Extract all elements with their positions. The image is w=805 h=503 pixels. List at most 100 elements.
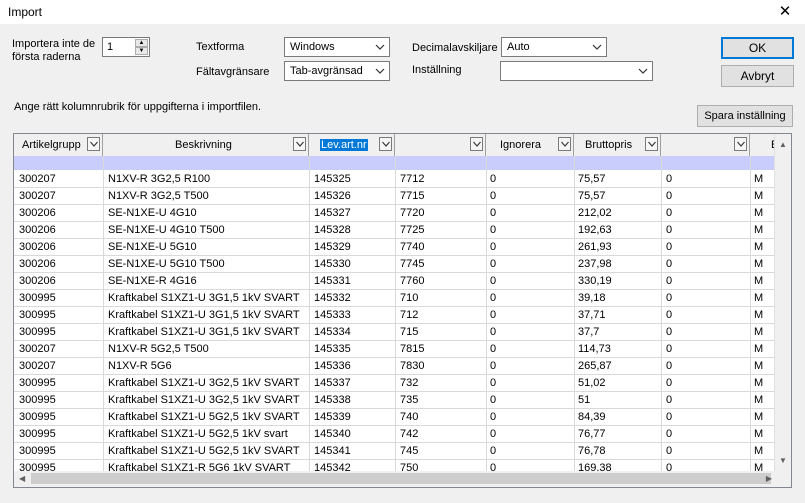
stepper-up-icon[interactable]: ▲ — [135, 39, 148, 47]
column-header-label: Artikelgrupp — [22, 139, 81, 151]
table-cell: 300995 — [19, 445, 56, 457]
column-dropdown-icon[interactable] — [734, 137, 747, 151]
text-format-select[interactable]: Windows — [284, 37, 390, 57]
table-cell: 732 — [400, 377, 419, 389]
table-cell: 145328 — [314, 224, 351, 236]
table-cell: 0 — [666, 275, 673, 287]
table-cell: 51,02 — [578, 377, 606, 389]
column-dropdown-icon[interactable] — [470, 137, 483, 151]
table-cell: 145325 — [314, 173, 351, 185]
table-cell: M — [754, 292, 764, 304]
table-cell: 7760 — [400, 275, 425, 287]
scrollbar-corner — [775, 471, 791, 487]
table-cell: SE-N1XE-R 4G16 — [108, 275, 197, 287]
table-row: 300207 N1XV-R 5G2,5 T500 145335 7815 0 114,73… — [14, 341, 777, 358]
scroll-right-icon[interactable]: ▶ — [766, 474, 772, 483]
table-cell: 740 — [400, 411, 419, 423]
decimal-separator-select[interactable]: Auto — [501, 37, 607, 57]
column-dropdown-icon[interactable] — [87, 137, 100, 151]
scroll-left-icon[interactable]: ◀ — [19, 474, 25, 483]
column-header-artikelgrupp[interactable]: Artikelgrupp — [14, 134, 103, 156]
column-header-empty-7[interactable] — [661, 134, 750, 156]
table-cell: 0 — [490, 411, 497, 423]
skip-rows-value[interactable]: 1 — [107, 41, 113, 53]
table-cell: 300995 — [19, 309, 56, 321]
table-cell: M — [754, 360, 764, 372]
table-cell: 300995 — [19, 411, 56, 423]
table-cell: SE-N1XE-U 4G10 — [108, 207, 197, 219]
column-header-ignorera[interactable]: Ignorera — [486, 134, 574, 156]
column-header-bruttopris[interactable]: Bruttopris — [574, 134, 661, 156]
table-cell: 76,77 — [578, 428, 606, 440]
scroll-down-icon[interactable]: ▼ — [779, 456, 787, 465]
table-row: 300995 Kraftkabel S1XZ1-U 3G1,5 1kV SVART… — [14, 307, 777, 324]
ok-button[interactable]: OK — [721, 37, 794, 59]
table-cell: 265,87 — [578, 360, 612, 372]
save-setting-button[interactable]: Spara inställning — [697, 105, 793, 127]
table-cell: 114,73 — [578, 343, 611, 355]
instructions-text: Ange rätt kolumnrubrik för uppgifterna i… — [14, 101, 262, 113]
table-cell: 37,7 — [578, 326, 600, 338]
horizontal-scrollbar[interactable]: ◀ ▶ — [14, 471, 777, 487]
table-cell: N1XV-R 3G2,5 R100 — [108, 173, 211, 185]
table-cell: SE-N1XE-U 5G10 T500 — [108, 258, 225, 270]
table-cell: 76,78 — [578, 445, 606, 457]
table-cell: 0 — [666, 377, 673, 389]
table-cell: 330,19 — [578, 275, 612, 287]
vertical-scrollbar[interactable]: ▲ ▼ — [774, 134, 791, 471]
cancel-button[interactable]: Avbryt — [721, 65, 794, 87]
table-cell: 7720 — [400, 207, 425, 219]
table-cell: 145334 — [314, 326, 351, 338]
table-cell: M — [754, 309, 764, 321]
scroll-up-icon[interactable]: ▲ — [779, 140, 787, 149]
chevron-down-icon — [375, 68, 385, 74]
table-cell: 212,02 — [578, 207, 612, 219]
setting-select[interactable] — [500, 61, 653, 81]
table-row: 300206 SE-N1XE-R 4G16 145331 7760 0 330,19 0 M — [14, 273, 777, 290]
table-cell: 0 — [666, 343, 673, 355]
close-button[interactable]: ✕ — [765, 0, 805, 24]
table-cell: 0 — [490, 309, 497, 321]
table-cell: 192,63 — [578, 224, 612, 236]
skip-rows-stepper[interactable]: 1 ▲ ▼ — [102, 37, 150, 57]
table-cell: 735 — [400, 394, 419, 406]
table-cell: Kraftkabel S1XZ1-U 3G2,5 1kV SVART — [108, 377, 300, 389]
table-cell: 712 — [400, 309, 419, 321]
title-bar: Import ✕ — [0, 0, 805, 24]
table-cell: 0 — [666, 292, 673, 304]
column-dropdown-icon[interactable] — [379, 137, 392, 151]
table-cell: 145331 — [314, 275, 351, 287]
column-dropdown-icon[interactable] — [293, 137, 306, 151]
table-row: 300995 Kraftkabel S1XZ1-U 5G2,5 1kV SVART… — [14, 409, 777, 426]
table-cell: 0 — [666, 207, 673, 219]
column-header-beskrivning[interactable]: Beskrivning — [103, 134, 309, 156]
table-row: 300995 Kraftkabel S1XZ1-U 3G1,5 1kV SVART… — [14, 290, 777, 307]
table-cell: 145336 — [314, 360, 351, 372]
table-cell: 300207 — [19, 343, 56, 355]
table-cell: 37,71 — [578, 309, 606, 321]
table-cell: 0 — [490, 258, 497, 270]
text-format-label: Textforma — [196, 41, 245, 53]
table-cell: 0 — [490, 343, 497, 355]
column-header-empty-4[interactable] — [395, 134, 486, 156]
stepper-down-icon[interactable]: ▼ — [135, 47, 148, 55]
column-dropdown-icon[interactable] — [645, 137, 658, 151]
table-cell: 745 — [400, 445, 419, 457]
table-cell: M — [754, 428, 764, 440]
table-cell: Kraftkabel S1XZ1-U 5G2,5 1kV SVART — [108, 411, 300, 423]
table-cell: M — [754, 377, 764, 389]
table-cell: 237,98 — [578, 258, 612, 270]
table-cell: 710 — [400, 292, 419, 304]
table-cell: 300995 — [19, 292, 56, 304]
column-header-lev-art-nr[interactable]: Lev.art.nr — [309, 134, 395, 156]
table-row: 300207 N1XV-R 3G2,5 T500 145326 7715 0 75,57 0… — [14, 188, 777, 205]
table-cell: SE-N1XE-U 4G10 T500 — [108, 224, 225, 236]
table-cell: 0 — [666, 241, 673, 253]
column-dropdown-icon[interactable] — [558, 137, 571, 151]
table-cell: 145333 — [314, 309, 351, 321]
table-cell: 0 — [666, 326, 673, 338]
field-separator-select[interactable]: Tab-avgränsad — [284, 61, 390, 81]
table-cell: 261,93 — [578, 241, 612, 253]
table-row: 300995 Kraftkabel S1XZ1-U 5G2,5 1kV svart… — [14, 426, 777, 443]
horizontal-scroll-thumb[interactable] — [31, 473, 771, 484]
